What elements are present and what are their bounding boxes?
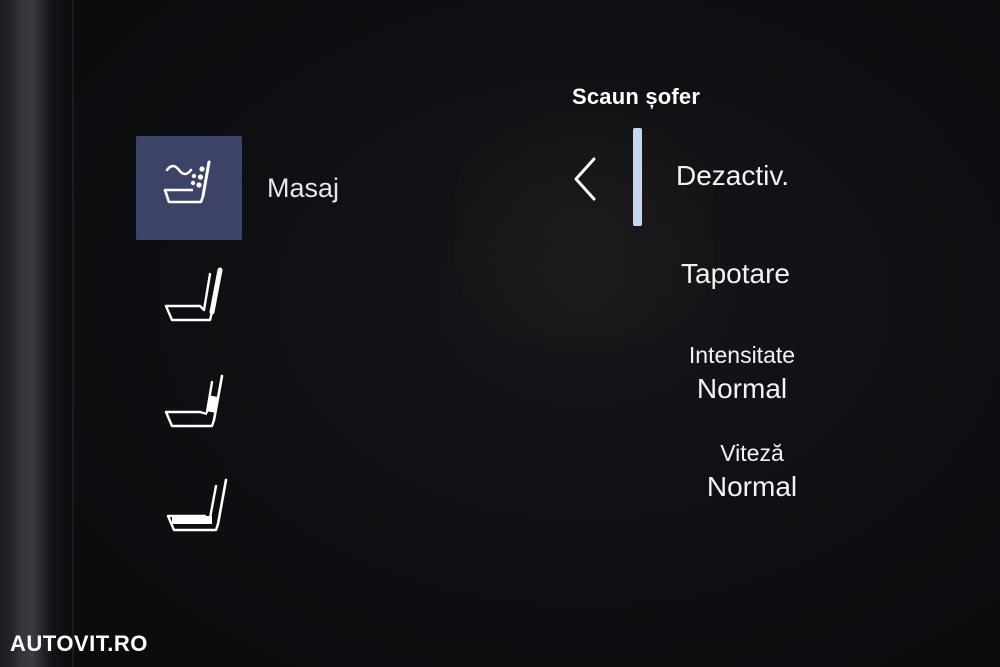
chevron-left-icon <box>570 155 600 208</box>
speed-value: Normal <box>706 471 798 502</box>
option-program[interactable]: Tapotare <box>681 258 790 290</box>
seat-lumbar-icon <box>160 370 232 432</box>
mode-button-backrest[interactable] <box>160 264 230 326</box>
option-intensity[interactable]: Intensitate Normal <box>680 342 804 405</box>
screen-reflection <box>454 110 714 350</box>
option-off[interactable]: Dezactiv. <box>676 160 789 192</box>
speed-label: Viteză <box>720 440 784 466</box>
seat-backrest-icon <box>160 264 230 326</box>
panel-title: Scaun șofer <box>572 84 701 109</box>
intensity-label: Intensitate <box>688 342 796 368</box>
back-button[interactable] <box>565 156 605 206</box>
intensity-value: Normal <box>696 373 788 404</box>
mode-button-lumbar[interactable] <box>160 370 232 432</box>
mode-button-massage[interactable] <box>136 136 242 240</box>
mode-button-cushion[interactable] <box>162 474 234 536</box>
option-speed[interactable]: Viteză Normal <box>692 440 812 503</box>
mode-label-massage: Masaj <box>267 173 340 203</box>
seat-cushion-icon <box>162 474 234 536</box>
selection-indicator <box>633 128 642 226</box>
display-screen <box>72 0 1000 667</box>
watermark: AUTOVIT.RO <box>10 631 148 656</box>
bezel-edge <box>12 0 52 667</box>
seat-massage-icon <box>157 156 221 221</box>
device-frame: Scaun șofer Masaj Dezactiv. Tapotare Int… <box>0 0 1000 667</box>
